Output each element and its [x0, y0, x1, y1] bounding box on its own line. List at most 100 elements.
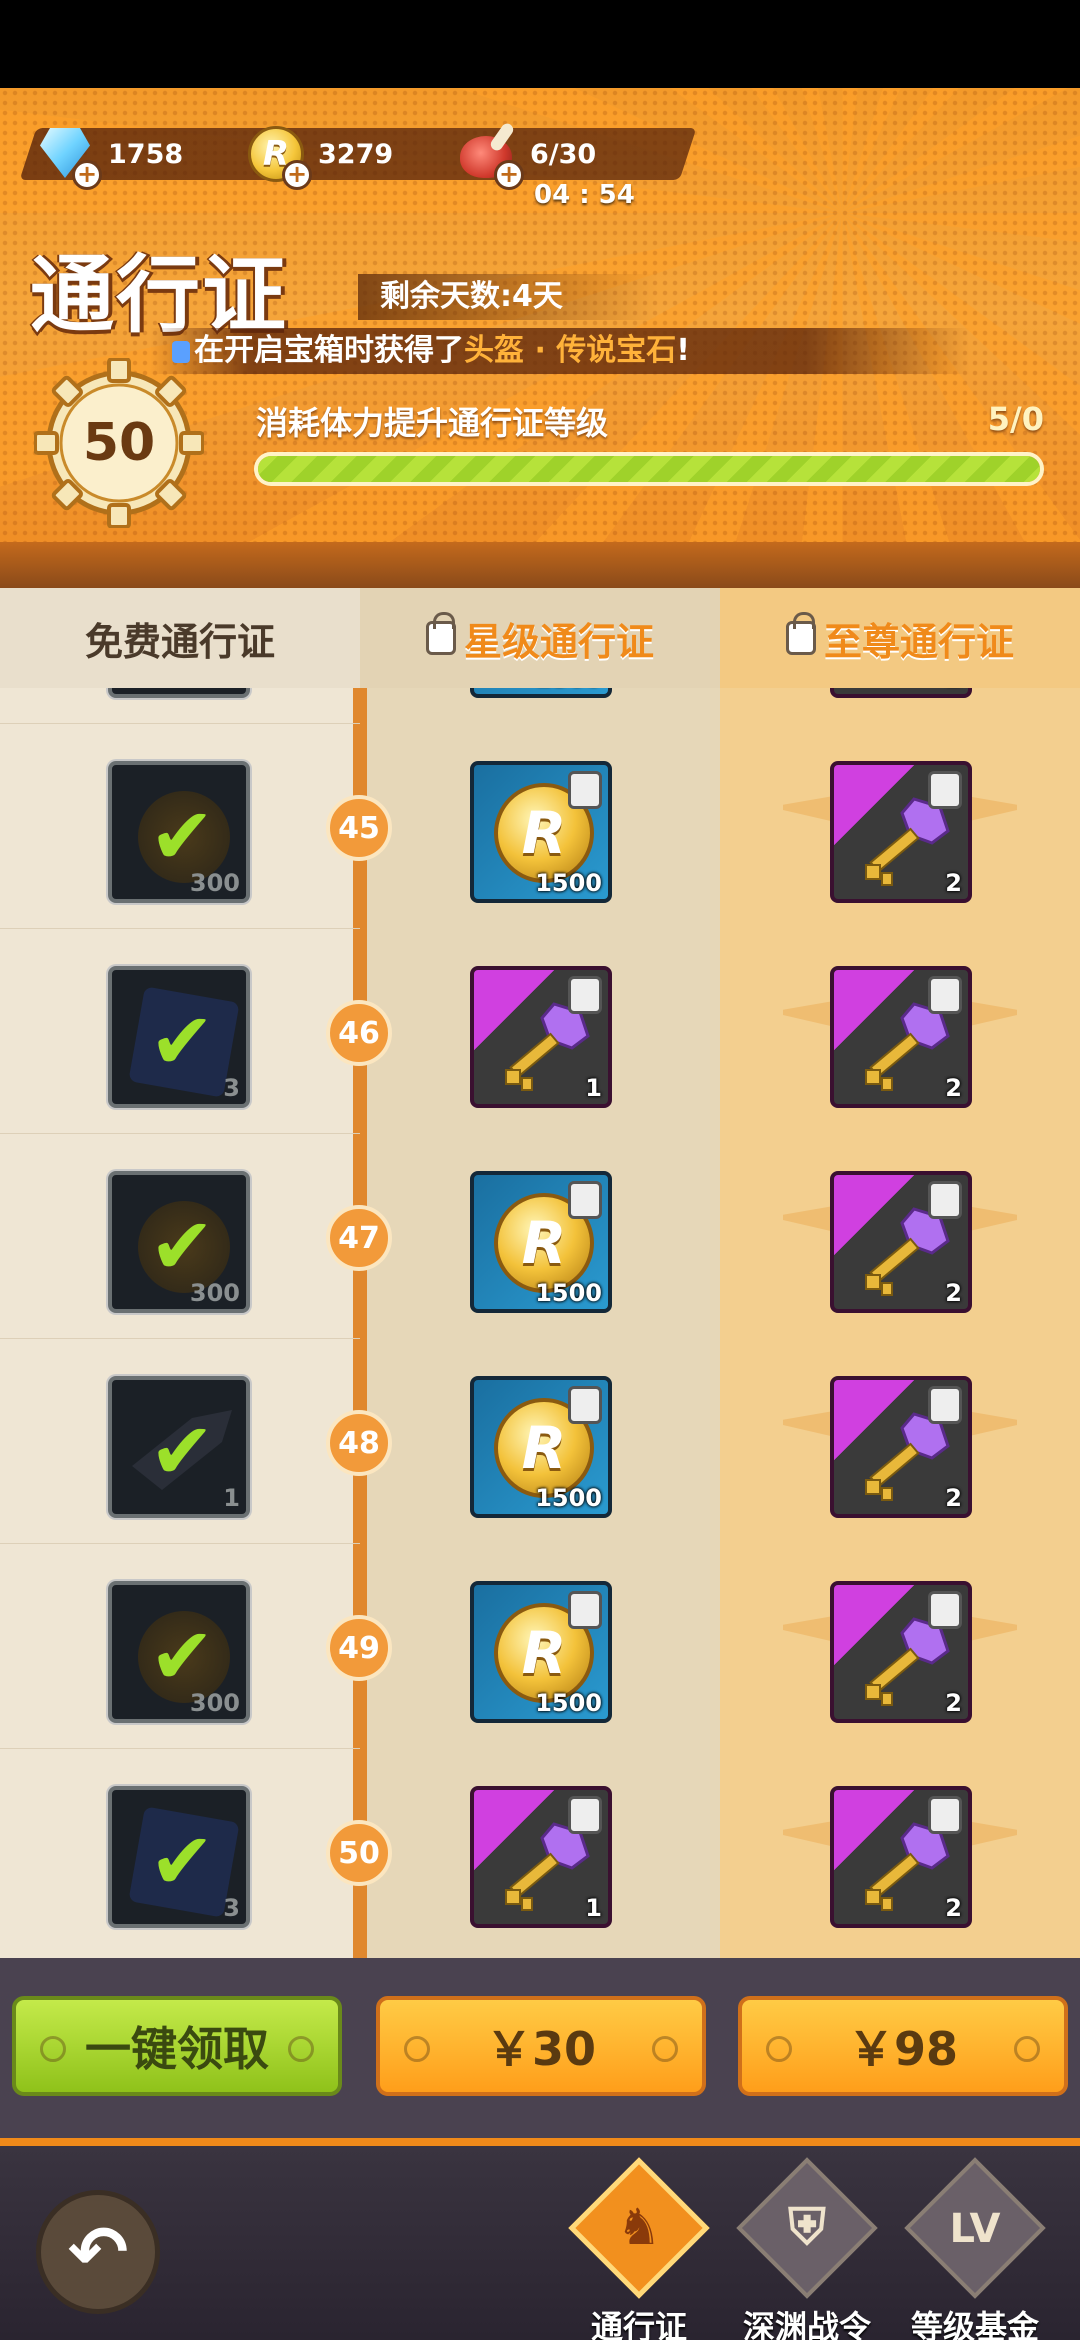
row-divider	[0, 1133, 360, 1134]
gem-icon: +	[34, 122, 102, 190]
row-divider	[0, 1543, 360, 1544]
reward-list[interactable]: 1500 2 ✔30045R15002✔34612✔30047R15002✔14…	[0, 688, 1080, 1958]
item-quantity: 1500	[535, 1484, 602, 1512]
level-badge: 46	[326, 1000, 392, 1066]
star-reward-item[interactable]: R 1500	[470, 761, 612, 903]
gem-resource[interactable]: + 1758	[34, 122, 184, 190]
item-quantity: 2	[945, 1484, 962, 1512]
level-badge: 45	[326, 795, 392, 861]
item-quantity: 1	[585, 1894, 602, 1922]
row-divider	[0, 1338, 360, 1339]
free-reward-item[interactable]: ✔ 3	[108, 966, 250, 1108]
item-quantity: 1500	[535, 1689, 602, 1717]
supreme-reward-item[interactable]: 2	[830, 761, 972, 903]
buy-star-pass-button[interactable]: ￥30	[376, 1996, 706, 2096]
star-reward-item[interactable]: R 1500	[470, 1171, 612, 1313]
stud-icon	[652, 2036, 678, 2062]
item-quantity: 1500	[535, 688, 602, 692]
supreme-reward-item[interactable]: 2	[830, 966, 972, 1108]
stud-icon	[766, 2036, 792, 2062]
item-quantity: 2	[945, 1689, 962, 1717]
claim-all-label: 一键领取	[85, 2022, 269, 2076]
header-bottom-edge	[0, 542, 1080, 588]
item-quantity: 2	[945, 688, 962, 692]
lock-icon	[568, 1181, 602, 1219]
lock-icon	[928, 1796, 962, 1834]
days-remaining: 剩余天数:4天	[358, 274, 658, 320]
stamina-resource[interactable]: + 6/30	[456, 121, 597, 190]
item-quantity: 2	[945, 1074, 962, 1102]
nav-fund-label: 等级基金	[910, 2308, 1039, 2340]
nav-abyss-order[interactable]: ⛨ 深渊战令	[732, 2157, 882, 2340]
lock-icon	[568, 771, 602, 809]
tab-star-label: 星级通行证	[463, 619, 654, 664]
lock-icon	[568, 1591, 602, 1629]
claimed-check-icon: ✔	[149, 1612, 215, 1702]
supreme-reward-item[interactable]: 2	[830, 688, 972, 698]
star-reward-item[interactable]: R 1500	[470, 1376, 612, 1518]
tab-free-pass[interactable]: 免费通行证	[0, 588, 360, 688]
supreme-reward-item[interactable]: 2	[830, 1581, 972, 1723]
status-bar	[0, 0, 1080, 88]
tab-star-pass[interactable]: 星级通行证	[360, 588, 720, 688]
reward-row: ✔ 300 47 R 1500 2	[0, 1133, 1080, 1338]
star-reward-item[interactable]: R 1500	[470, 1581, 612, 1723]
shield-glyph-icon: ⛨	[788, 2198, 826, 2256]
tab-supreme-label: 至尊通行证	[823, 619, 1014, 664]
level-badge: 49	[326, 1615, 392, 1681]
claim-all-button[interactable]: 一键领取	[12, 1996, 342, 2096]
add-coins-icon[interactable]: +	[282, 160, 312, 190]
gem-count: 1758	[108, 138, 184, 170]
item-quantity: 300	[189, 1279, 240, 1307]
free-reward-item[interactable]: ✔ 300	[108, 761, 250, 903]
stud-icon	[40, 2036, 66, 2062]
ticker-prefix: 在开启宝箱时获得了	[194, 333, 464, 368]
lock-icon	[928, 1386, 962, 1424]
back-button[interactable]: ↶	[36, 2190, 160, 2314]
row-divider	[0, 1748, 360, 1749]
stamina-count: 6/30	[530, 138, 597, 170]
supreme-reward-item[interactable]: 2	[830, 1171, 972, 1313]
lock-icon	[568, 976, 602, 1014]
reward-row-partial: 1500 2	[0, 688, 1080, 723]
reward-row: ✔ 3 46 1 2	[0, 928, 1080, 1133]
buy-supreme-pass-button[interactable]: ￥98	[738, 1996, 1068, 2096]
nav-abyss-label: 深渊战令	[742, 2308, 871, 2340]
reward-row: ✔ 3 50 1 2	[0, 1748, 1080, 1953]
item-quantity: 2	[945, 1279, 962, 1307]
add-stamina-icon[interactable]: +	[494, 160, 524, 190]
stamina-timer: 04 : 54	[534, 180, 635, 210]
free-reward-item[interactable]: ✔ 1	[108, 1376, 250, 1518]
reward-row: ✔ 1 48 R 1500 2	[0, 1338, 1080, 1543]
add-gems-icon[interactable]: +	[72, 160, 102, 190]
item-quantity: 1	[585, 1074, 602, 1102]
exp-progress-bar	[254, 452, 1044, 486]
coin-resource[interactable]: R + 3279	[244, 122, 393, 190]
supreme-reward-item[interactable]: 2	[830, 1376, 972, 1518]
star-reward-item[interactable]: 1	[470, 1786, 612, 1928]
coin-icon: R +	[244, 122, 312, 190]
lock-icon	[928, 1591, 962, 1629]
free-reward-item[interactable]	[108, 688, 250, 698]
free-reward-item[interactable]: ✔ 3	[108, 1786, 250, 1928]
free-reward-item[interactable]: ✔ 300	[108, 1171, 250, 1313]
free-reward-item[interactable]: ✔ 300	[108, 1581, 250, 1723]
row-divider	[0, 928, 360, 929]
ticker-suffix: !	[676, 333, 690, 368]
item-quantity: 3	[223, 1074, 240, 1102]
exp-count: 5/0	[987, 400, 1044, 438]
item-quantity: 2	[945, 869, 962, 897]
lock-icon	[568, 1386, 602, 1424]
claimed-check-icon: ✔	[149, 1817, 215, 1907]
price-supreme-label: ￥98	[847, 2022, 958, 2076]
lock-icon	[425, 612, 456, 655]
star-reward-item[interactable]: 1500	[470, 688, 612, 698]
star-reward-item[interactable]: 1	[470, 966, 612, 1108]
nav-level-fund[interactable]: LV 等级基金	[900, 2157, 1050, 2340]
item-quantity: 2	[945, 1894, 962, 1922]
supreme-reward-item[interactable]: 2	[830, 1786, 972, 1928]
claimed-check-icon: ✔	[149, 1407, 215, 1497]
pass-tabs: 免费通行证 星级通行证 至尊通行证	[0, 588, 1080, 688]
nav-pass[interactable]: ♞ 通行证	[564, 2157, 714, 2340]
tab-supreme-pass[interactable]: 至尊通行证	[720, 588, 1080, 688]
